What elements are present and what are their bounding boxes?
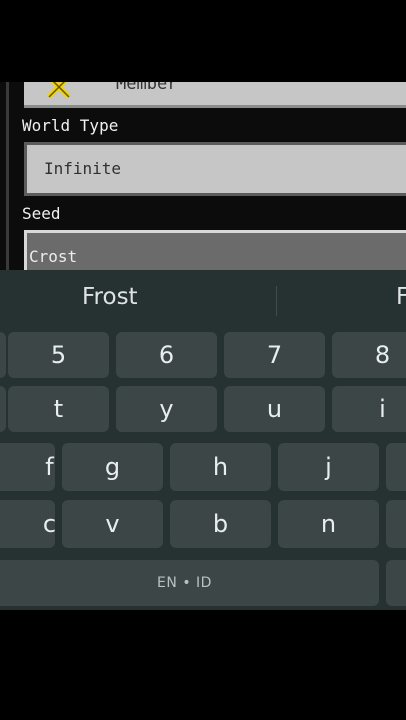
- key[interactable]: j: [278, 443, 379, 491]
- world-type-label: World Type: [22, 116, 119, 135]
- key-partial[interactable]: [0, 386, 6, 432]
- key[interactable]: i: [332, 386, 406, 432]
- key[interactable]: v: [62, 500, 163, 548]
- key[interactable]: t: [8, 386, 109, 432]
- game-settings-panel: Member World Type Infinite Seed Crost: [0, 82, 406, 270]
- status-bar-area: [0, 0, 406, 82]
- key[interactable]: b: [170, 500, 271, 548]
- key[interactable]: n: [278, 500, 379, 548]
- key[interactable]: 8: [332, 332, 406, 378]
- space-key[interactable]: EN • ID: [0, 560, 379, 606]
- seed-input[interactable]: Crost: [24, 230, 406, 270]
- key-partial[interactable]: [386, 443, 406, 491]
- game-mode-row[interactable]: Member: [24, 82, 406, 108]
- key-partial[interactable]: [0, 332, 6, 378]
- suggestion-primary[interactable]: Frost: [82, 284, 138, 310]
- yellow-x-icon: [47, 82, 71, 99]
- soft-keyboard: Frost F 5 6 7 8 t y u i f g h j c v b n …: [0, 270, 406, 610]
- navigation-bar-area: [0, 610, 406, 720]
- suggestion-divider: [276, 286, 277, 316]
- key[interactable]: h: [170, 443, 271, 491]
- key[interactable]: y: [116, 386, 217, 432]
- key[interactable]: 6: [116, 332, 217, 378]
- panel-left-border: [6, 82, 9, 270]
- seed-label: Seed: [22, 204, 61, 223]
- key-partial[interactable]: [386, 560, 406, 606]
- key[interactable]: 7: [224, 332, 325, 378]
- space-key-language-label: EN • ID: [157, 575, 212, 591]
- key[interactable]: u: [224, 386, 325, 432]
- suggestion-secondary[interactable]: F: [396, 284, 406, 310]
- world-type-dropdown[interactable]: Infinite: [24, 142, 406, 196]
- key[interactable]: f: [0, 443, 55, 491]
- key-partial[interactable]: [386, 500, 406, 548]
- key[interactable]: g: [62, 443, 163, 491]
- game-mode-label: Member: [116, 82, 178, 94]
- key[interactable]: 5: [8, 332, 109, 378]
- key[interactable]: c: [0, 500, 55, 548]
